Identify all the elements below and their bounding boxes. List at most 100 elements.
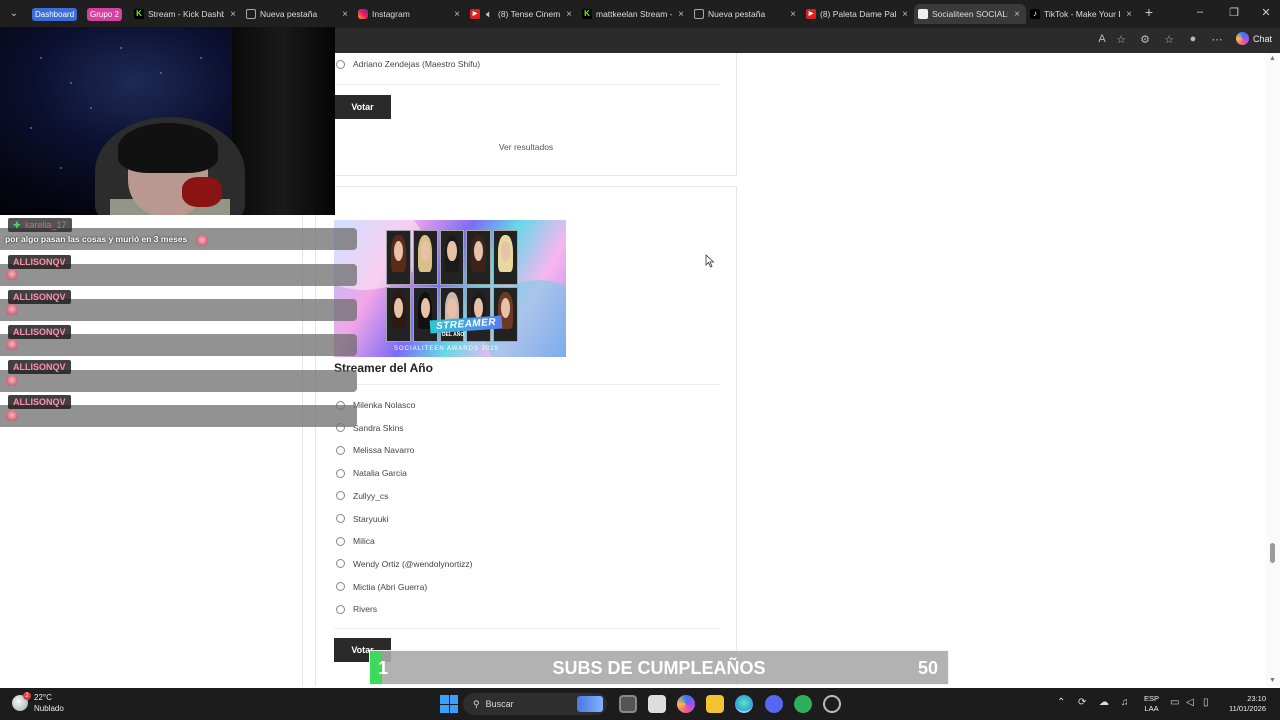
poll-option[interactable]: Rivers — [336, 604, 377, 614]
extensions-icon[interactable]: ⚙ — [1137, 33, 1153, 46]
close-icon[interactable]: × — [788, 9, 798, 20]
weather-widget[interactable]: 2 22°C Nublado — [12, 692, 64, 714]
tab-paleta-dame[interactable]: ▶ (8) Paleta Dame Pale × — [802, 4, 914, 24]
scrollbar-thumb[interactable] — [1270, 543, 1275, 563]
close-icon[interactable]: × — [1124, 9, 1134, 20]
tab-actions-chevron-icon[interactable]: ⌄ — [6, 6, 22, 22]
system-clock[interactable]: 23:10 11/01/2026 — [1222, 694, 1266, 714]
view-results-link[interactable]: Ver resultados — [316, 142, 736, 152]
tab-title: Stream - Kick Dashbo — [148, 9, 224, 19]
poll-option[interactable]: Staryuuki — [336, 514, 388, 524]
new-tab-icon — [246, 9, 256, 19]
close-icon[interactable]: × — [900, 9, 910, 20]
onedrive-cloud-icon[interactable]: ☁ — [1099, 697, 1109, 708]
profile-avatar-icon[interactable]: ● — [1185, 33, 1201, 45]
obs-icon[interactable] — [823, 695, 841, 713]
discord-icon[interactable] — [765, 695, 783, 713]
minimize-icon[interactable]: – — [1190, 6, 1210, 18]
close-icon[interactable]: × — [564, 9, 574, 20]
microsoft-store-icon[interactable] — [648, 695, 666, 713]
copilot-chat-button[interactable]: Chat — [1235, 32, 1272, 45]
input-language[interactable]: ESP LAA — [1144, 694, 1159, 714]
nominee-photo — [466, 230, 492, 285]
tab-nueva-pestana-2[interactable]: Nueva pestaña × — [690, 4, 802, 24]
radio-button[interactable] — [336, 559, 345, 569]
tab-tiktok[interactable]: ♪ TikTok - Make Your D × — [1026, 4, 1138, 24]
taskbar-search[interactable]: ⚲ Buscar — [463, 693, 607, 715]
tab-nueva-pestana[interactable]: Nueva pestaña × — [242, 4, 354, 24]
volume-icon[interactable]: ◁ — [1186, 697, 1194, 708]
divider — [334, 628, 720, 629]
microphone-icon[interactable]: ♫ — [1121, 697, 1129, 708]
favorites-icon[interactable]: ☆ — [1161, 33, 1177, 46]
subs-goal-label: SUBS DE CUMPLEAÑOS — [552, 658, 766, 678]
tab-socialiteen[interactable]: Socialiteen SOCIALIT × — [914, 4, 1026, 24]
restore-icon[interactable]: ❐ — [1224, 6, 1244, 19]
poll-card-streamer-del-ano: STREAMER DEL AÑO SOCIALITEEN AWARDS 2025… — [315, 186, 737, 686]
windows-start-icon[interactable] — [440, 695, 458, 713]
tab-group-grupo-2[interactable]: Grupo 2 — [87, 8, 122, 21]
poll-option-label: Milica — [353, 536, 375, 547]
radio-button[interactable] — [336, 59, 345, 69]
close-window-icon[interactable]: ✕ — [1256, 6, 1276, 19]
subs-goal-bar: 1 SUBS DE CUMPLEAÑOS 50 — [369, 650, 949, 685]
display-icon[interactable]: ▭ — [1170, 697, 1179, 708]
tab-instagram[interactable]: Instagram × — [354, 4, 466, 24]
battery-icon[interactable]: ▯ — [1203, 697, 1209, 708]
scroll-down-icon[interactable]: ▼ — [1269, 677, 1276, 684]
poll-option[interactable]: Melissa Navarro — [336, 445, 414, 455]
poll-option[interactable]: Wendy Ortiz (@wendolynortizz) — [336, 559, 472, 569]
chat-emote-icon — [6, 304, 18, 315]
radio-button[interactable] — [336, 468, 345, 478]
mouse-cursor-icon — [705, 254, 715, 268]
tab-group-dashboard[interactable]: Dashboard — [32, 8, 78, 21]
close-icon[interactable]: × — [1012, 9, 1022, 20]
tab-mattkeelan-stream[interactable]: K mattkeelan Stream - × — [578, 4, 690, 24]
tab-tense-cinema[interactable]: ▶ 🔈︎ (8) Tense Cinema × — [466, 4, 578, 24]
new-tab-plus-icon[interactable]: + — [1139, 4, 1159, 20]
tab-kick-dashboard[interactable]: K Stream - Kick Dashbo × — [130, 4, 242, 24]
close-icon[interactable]: × — [340, 9, 350, 20]
sync-icon[interactable]: ⟳ — [1078, 697, 1086, 708]
streamer-mask — [182, 177, 222, 207]
banner-subtitle: DEL AÑO — [442, 332, 465, 338]
radio-button[interactable] — [336, 536, 345, 546]
streamer-hair — [118, 123, 218, 173]
file-explorer-icon[interactable] — [706, 695, 724, 713]
vote-button[interactable]: Votar — [334, 95, 391, 119]
close-icon[interactable]: × — [228, 9, 238, 20]
scroll-up-icon[interactable]: ▲ — [1269, 55, 1276, 62]
copilot-app-icon[interactable] — [677, 695, 695, 713]
socialiteen-icon — [918, 9, 928, 19]
instagram-icon — [358, 9, 368, 19]
close-icon[interactable]: × — [676, 9, 686, 20]
edge-browser-icon[interactable] — [735, 695, 753, 713]
radio-button[interactable] — [336, 582, 345, 592]
poll-option[interactable]: Zullyy_cs — [336, 491, 388, 501]
radio-button[interactable] — [336, 491, 345, 501]
task-view-icon[interactable] — [619, 695, 637, 713]
read-aloud-icon[interactable]: A — [1094, 33, 1110, 45]
page-scrollbar[interactable]: ▲ ▼ — [1266, 53, 1280, 686]
poll-option-label: Melissa Navarro — [353, 445, 415, 456]
close-icon[interactable]: × — [452, 9, 462, 20]
favorite-star-icon[interactable]: ☆ — [1113, 33, 1129, 46]
app-icon[interactable] — [794, 695, 812, 713]
show-hidden-icons-chevron-icon[interactable]: ⌃ — [1057, 697, 1065, 708]
poll-option-label: Staryuuki — [353, 513, 389, 524]
more-menu-icon[interactable]: ⋯ — [1209, 33, 1225, 46]
poll-option-label: Natalia Garcia — [353, 468, 407, 479]
radio-button[interactable] — [336, 514, 345, 523]
nominee-photo — [493, 287, 518, 342]
poll-option[interactable]: Adriano Zendejas (Maestro Shifu) — [336, 59, 480, 69]
speaker-icon[interactable]: 🔈︎ — [484, 9, 494, 19]
copilot-icon — [1235, 32, 1249, 45]
poll-option[interactable]: Natalia Garcia — [336, 468, 407, 478]
weather-description: Nublado — [34, 704, 64, 713]
search-icon: ⚲ — [473, 698, 480, 709]
poll-option[interactable]: Mictia (Abri Guerra) — [336, 582, 427, 592]
poll-option[interactable]: Milica — [336, 536, 375, 546]
chat-username: ✚ karelia_17 — [8, 218, 72, 232]
radio-button[interactable] — [336, 604, 345, 614]
radio-button[interactable] — [336, 445, 345, 455]
